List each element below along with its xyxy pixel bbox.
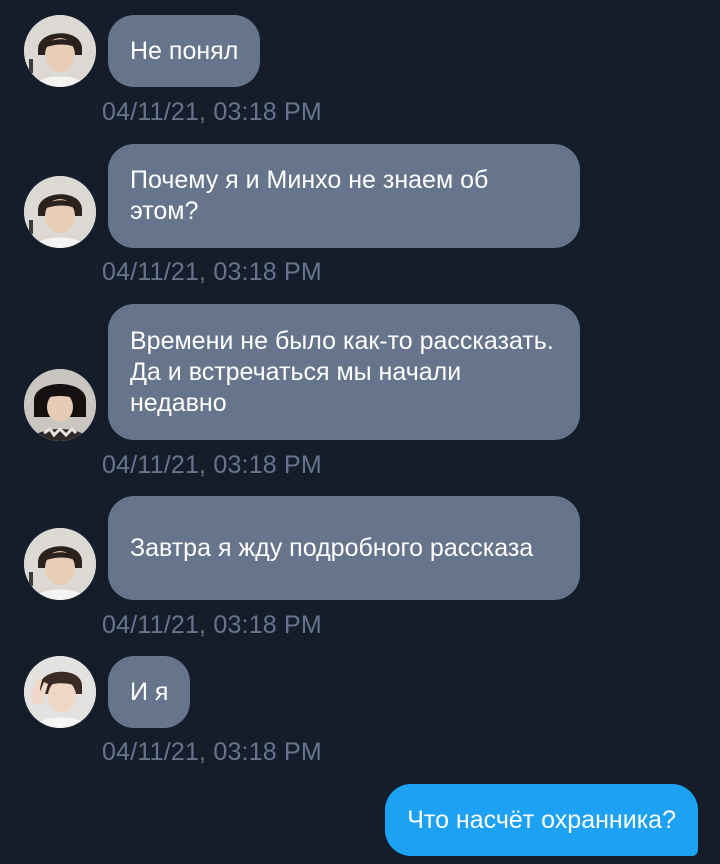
message-bubble[interactable]: Завтра я жду подробного рассказа xyxy=(108,496,580,600)
outgoing-message-bubble[interactable]: Что насчёт охранника? xyxy=(385,784,698,856)
avatar-photo-c xyxy=(24,656,96,728)
message-timestamp: 04/11/21, 03:18 PM xyxy=(102,98,322,126)
message-bubble[interactable]: Времени не было как-то рассказать. Да и … xyxy=(108,304,580,440)
message-timestamp: 04/11/21, 03:18 PM xyxy=(102,258,322,286)
chat-thread: Не понял 04/11/21, 03:18 PM Почему я и М… xyxy=(0,0,720,864)
message-bubble[interactable]: Не понял xyxy=(108,15,261,87)
avatar[interactable] xyxy=(24,528,96,600)
avatar-photo-a xyxy=(24,15,96,87)
avatar[interactable] xyxy=(24,656,96,728)
avatar[interactable] xyxy=(24,176,96,248)
outgoing-message-text: Что насчёт охранника? xyxy=(407,805,676,834)
avatar-photo-b xyxy=(24,369,96,441)
message-timestamp: 04/11/21, 03:18 PM xyxy=(102,451,322,479)
avatar[interactable] xyxy=(24,369,96,441)
avatar-photo-a xyxy=(24,528,96,600)
message-timestamp: 04/11/21, 03:18 PM xyxy=(102,738,322,766)
message-bubble[interactable]: Почему я и Минхо не знаем об этом? xyxy=(108,144,580,248)
message-timestamp: 04/11/21, 03:18 PM xyxy=(102,611,322,639)
message-text: Времени не было как-то рассказать. Да и … xyxy=(130,326,554,417)
message-text: Завтра я жду подробного рассказа xyxy=(130,533,534,562)
message-bubble[interactable]: И я xyxy=(108,656,191,728)
message-text: Не понял xyxy=(130,36,239,65)
avatar[interactable] xyxy=(24,15,96,87)
message-text: И я xyxy=(130,677,169,706)
avatar-photo-a xyxy=(24,176,96,248)
message-text: Почему я и Минхо не знаем об этом? xyxy=(130,166,489,225)
